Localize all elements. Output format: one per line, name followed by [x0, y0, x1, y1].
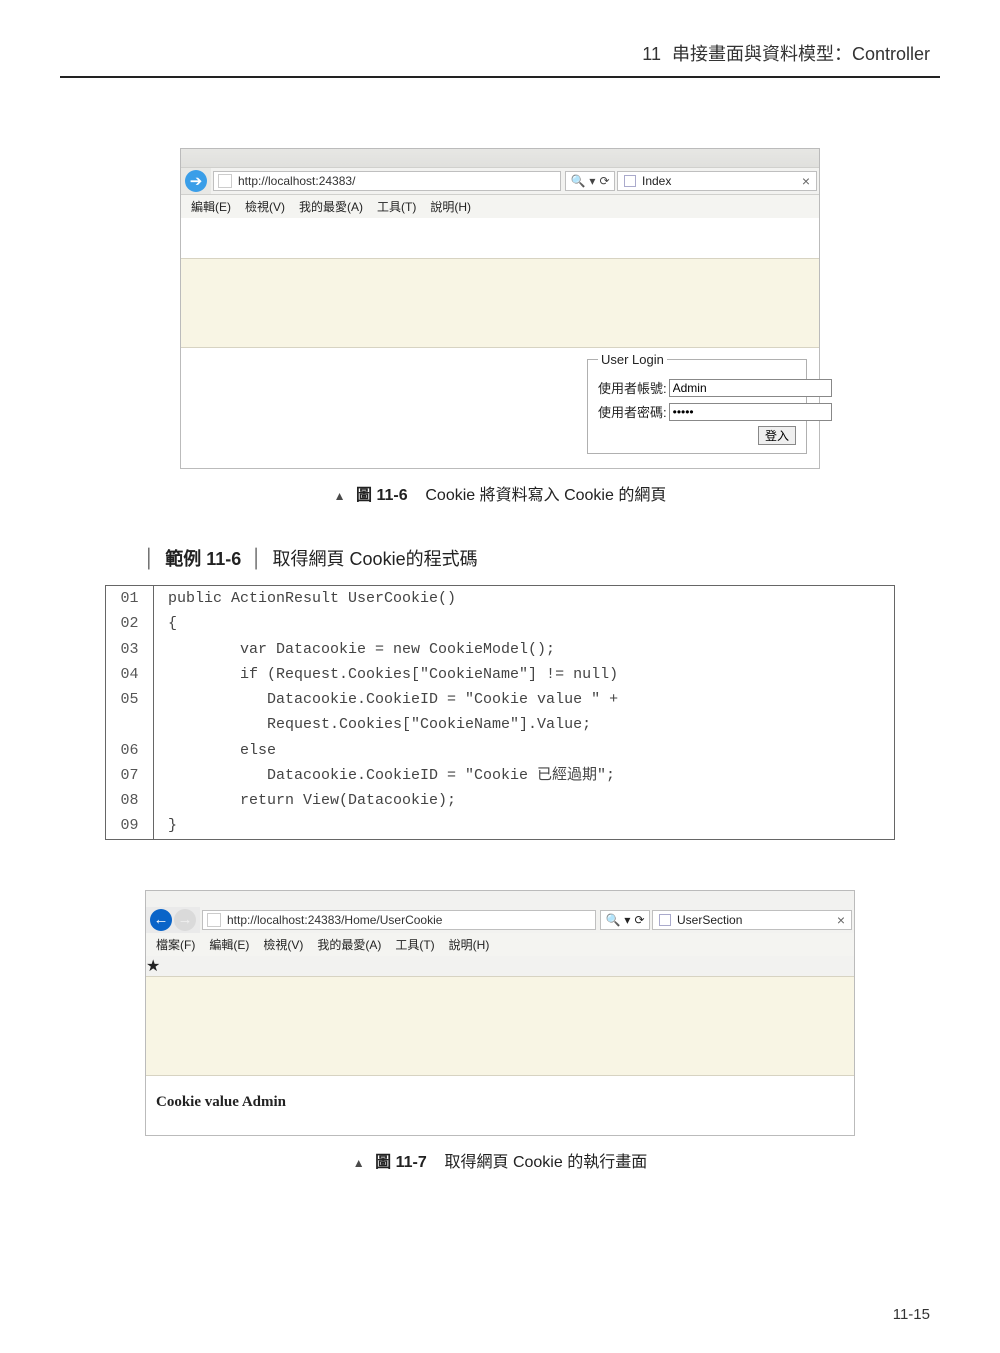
figure-2-text: 取得網頁 Cookie 的執行畫面 — [445, 1154, 648, 1171]
page-favicon-icon — [218, 174, 232, 188]
figure-2-caption: ▲ 圖 11-7 取得網頁 Cookie 的執行畫面 — [60, 1148, 940, 1172]
code-line-number: 01 — [106, 586, 154, 611]
figure-1-text: Cookie 將資料寫入 Cookie 的網頁 — [425, 487, 666, 504]
code-line-number: 03 — [106, 637, 154, 662]
star-icon[interactable]: ★ — [146, 958, 160, 975]
figure-2-label: 圖 11-7 — [375, 1154, 427, 1171]
arrow-right-icon: ➔ — [185, 170, 207, 192]
login-area: User Login 使用者帳號: 使用者密碼: 登入 — [181, 348, 819, 468]
tab-title: UserSection — [677, 913, 742, 927]
browser-screenshot-1: ➔ 🔍 ▾ ⟳ Index × 編輯(E) 檢視(V) 我的最愛(A) 工具(T… — [180, 148, 820, 469]
search-icon: 🔍 — [605, 913, 620, 927]
example-heading: │ 範例 11-6 │ 取得網頁 Cookie的程式碼 — [140, 545, 940, 571]
search-refresh-box[interactable]: 🔍 ▾ ⟳ — [565, 171, 615, 191]
code-line-number: 05 — [106, 687, 154, 712]
tab-title: Index — [642, 174, 671, 188]
search-refresh-box[interactable]: 🔍 ▾ ⟳ — [600, 910, 650, 930]
username-input[interactable] — [669, 379, 832, 397]
code-line-number: 09 — [106, 813, 154, 838]
address-row: ➔ 🔍 ▾ ⟳ Index × — [181, 167, 819, 195]
nav-back-button[interactable]: ← — [150, 909, 172, 931]
refresh-icon: ⟳ — [599, 174, 609, 188]
menu-tools[interactable]: 工具(T) — [395, 936, 434, 953]
chapter-heading: 11 串接畫面與資料模型：Controller — [60, 40, 940, 66]
figure-1-label: 圖 11-6 — [356, 487, 408, 504]
address-row: ← → 🔍 ▾ ⟳ UserSection × — [146, 907, 854, 933]
login-button[interactable]: 登入 — [758, 426, 796, 445]
code-line: return View(Datacookie); — [154, 788, 456, 813]
address-bar[interactable] — [213, 171, 561, 191]
menu-help[interactable]: 說明(H) — [449, 936, 490, 953]
login-fieldset: User Login 使用者帳號: 使用者密碼: 登入 — [587, 352, 807, 454]
code-line-number — [106, 712, 154, 737]
menu-edit[interactable]: 編輯(E) — [209, 936, 249, 953]
menu-tools[interactable]: 工具(T) — [377, 198, 416, 215]
code-line: if (Request.Cookies["CookieName"] != nul… — [154, 662, 618, 687]
username-label: 使用者帳號: — [598, 378, 667, 397]
refresh-icon: ⟳ — [634, 913, 644, 927]
code-line: Request.Cookies["CookieName"].Value; — [154, 712, 591, 737]
url-input[interactable] — [236, 173, 556, 189]
triangle-up-icon: ▲ — [353, 1156, 365, 1170]
figure-1-caption: ▲ 圖 11-6 Cookie 將資料寫入 Cookie 的網頁 — [60, 481, 940, 505]
triangle-up-icon: ▲ — [334, 489, 346, 503]
code-line: } — [154, 813, 177, 838]
address-bar[interactable] — [202, 910, 596, 930]
tab-favicon-icon — [624, 175, 636, 187]
example-title: 取得網頁 Cookie的程式碼 — [273, 545, 478, 571]
dropdown-icon: ▾ — [624, 913, 630, 927]
example-label: 範例 11-6 — [165, 545, 241, 571]
window-titlebar — [181, 149, 819, 167]
code-line: else — [154, 738, 276, 763]
tab-close-icon[interactable]: × — [802, 174, 810, 188]
page-cream-band — [146, 976, 854, 1076]
code-line: Datacookie.CookieID = "Cookie 已經過期"; — [154, 763, 615, 788]
window-titlebar — [146, 891, 854, 907]
menu-view[interactable]: 檢視(V) — [245, 198, 285, 215]
page-top-whitespace — [181, 218, 819, 258]
result-text: Cookie value Admin — [146, 1076, 854, 1135]
menu-file[interactable]: 檔案(F) — [156, 936, 195, 953]
bar-icon: │ — [251, 548, 262, 569]
favorites-bar: ★ — [146, 956, 854, 976]
code-line-number: 02 — [106, 611, 154, 636]
login-legend: User Login — [598, 352, 667, 367]
code-line-number: 07 — [106, 763, 154, 788]
menu-bar: 檔案(F) 編輯(E) 檢視(V) 我的最愛(A) 工具(T) 說明(H) — [146, 933, 854, 956]
menu-help[interactable]: 說明(H) — [430, 198, 471, 215]
password-label: 使用者密碼: — [598, 402, 667, 421]
code-line: public ActionResult UserCookie() — [154, 586, 456, 611]
code-line: { — [154, 611, 177, 636]
nav-buttons: ← → — [146, 907, 200, 933]
code-line: Datacookie.CookieID = "Cookie value " + — [154, 687, 618, 712]
menu-edit[interactable]: 編輯(E) — [191, 198, 231, 215]
code-line-number: 06 — [106, 738, 154, 763]
tab-close-icon[interactable]: × — [837, 912, 845, 928]
divider — [60, 76, 940, 78]
code-line: var Datacookie = new CookieModel(); — [154, 637, 555, 662]
menu-fav[interactable]: 我的最愛(A) — [299, 198, 363, 215]
page-cream-band — [181, 258, 819, 348]
code-line-number: 04 — [106, 662, 154, 687]
search-icon: 🔍 — [570, 174, 585, 188]
code-block: 01public ActionResult UserCookie()02{03 … — [105, 585, 895, 840]
url-input[interactable] — [225, 912, 591, 928]
menu-bar: 編輯(E) 檢視(V) 我的最愛(A) 工具(T) 說明(H) — [181, 195, 819, 218]
tab-favicon-icon — [659, 914, 671, 926]
bar-icon: │ — [144, 548, 155, 569]
page-number: 11-15 — [893, 1306, 930, 1323]
nav-forward-button[interactable]: → — [174, 909, 196, 931]
browser-screenshot-2: ← → 🔍 ▾ ⟳ UserSection × 檔案(F) 編輯(E) 檢視(V… — [145, 890, 855, 1136]
dropdown-icon: ▾ — [589, 174, 595, 188]
menu-fav[interactable]: 我的最愛(A) — [317, 936, 381, 953]
code-line-number: 08 — [106, 788, 154, 813]
password-input[interactable] — [669, 403, 832, 421]
menu-view[interactable]: 檢視(V) — [263, 936, 303, 953]
browser-tab[interactable]: UserSection × — [652, 910, 852, 930]
nav-forward-button[interactable]: ➔ — [181, 168, 211, 194]
chapter-title: 串接畫面與資料模型：Controller — [672, 44, 930, 64]
browser-tab[interactable]: Index × — [617, 171, 817, 191]
chapter-number: 11 — [642, 44, 661, 64]
page-favicon-icon — [207, 913, 221, 927]
